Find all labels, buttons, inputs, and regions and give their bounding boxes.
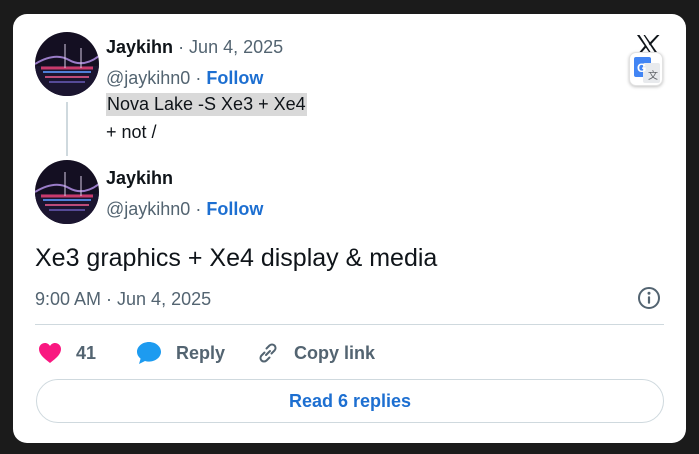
author-name[interactable]: Jaykihn xyxy=(106,168,173,188)
tweet-text: Xe3 graphics + Xe4 display & media xyxy=(35,244,438,272)
follow-button[interactable]: Follow xyxy=(206,199,263,219)
author-handle[interactable]: @jaykihn0 · xyxy=(106,68,201,88)
tweet-timestamp[interactable]: 9:00 AM · Jun 4, 2025 xyxy=(35,288,211,310)
tweet-embed-card: G 文 Jaykihn · Jun 4, 2025 @jaykihn0 · Fo… xyxy=(13,14,686,443)
avatar[interactable] xyxy=(35,32,99,96)
svg-text:G: G xyxy=(637,61,646,75)
follow-button[interactable]: Follow xyxy=(206,68,263,88)
tweet-text-line: Nova Lake -S Xe3 + Xe4 xyxy=(106,93,307,116)
copy-link-label: Copy link xyxy=(294,342,376,363)
author-name[interactable]: Jaykihn xyxy=(106,37,173,57)
like-button[interactable]: 41 xyxy=(38,341,96,365)
heart-icon xyxy=(39,343,61,363)
reply-button[interactable]: Reply xyxy=(136,341,225,365)
reply-label: Reply xyxy=(176,342,226,363)
tweet-date[interactable]: · Jun 4, 2025 xyxy=(178,37,283,57)
link-icon xyxy=(259,343,277,363)
translate-icon: G 文 xyxy=(634,57,660,83)
thread-connector-line xyxy=(66,102,68,156)
copy-link-button[interactable]: Copy link xyxy=(256,341,375,365)
tweet-text-line: + not / xyxy=(106,122,157,142)
info-icon[interactable] xyxy=(637,286,661,310)
read-replies-button[interactable]: Read 6 replies xyxy=(36,379,664,423)
reply-bubble-icon xyxy=(137,342,161,364)
svg-text:文: 文 xyxy=(648,69,658,82)
translate-button[interactable]: G 文 xyxy=(629,52,663,86)
avatar[interactable] xyxy=(35,160,99,224)
like-count: 41 xyxy=(76,342,97,363)
divider xyxy=(35,324,664,325)
author-handle[interactable]: @jaykihn0 · xyxy=(106,199,201,219)
